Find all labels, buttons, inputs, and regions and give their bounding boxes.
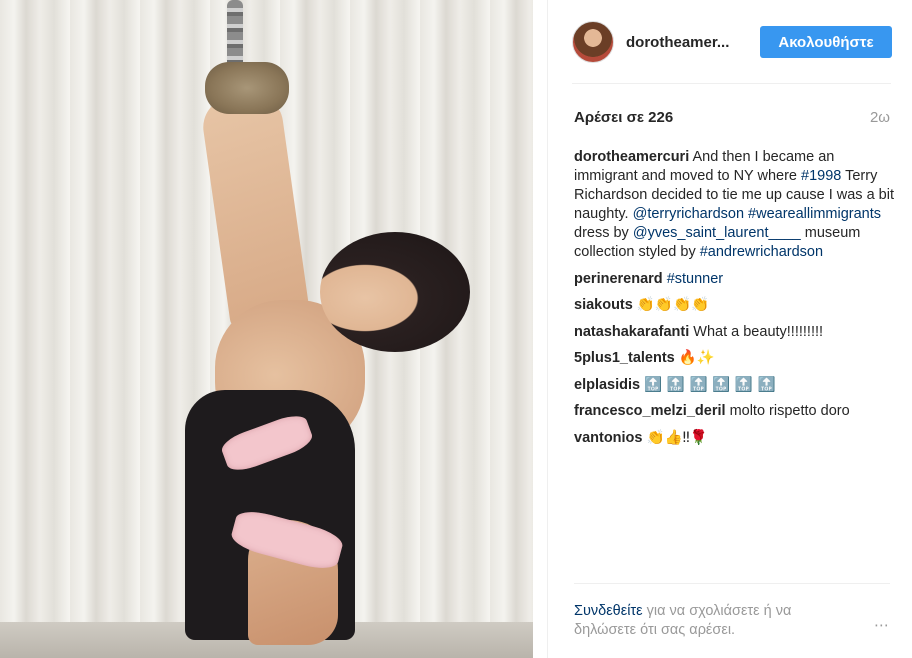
- comment-username[interactable]: elplasidis: [574, 377, 640, 393]
- comment-username[interactable]: siakouts: [574, 297, 633, 313]
- chain: [227, 0, 243, 70]
- comment-text: molto rispetto doro: [729, 403, 850, 419]
- photo-edge: [533, 0, 547, 658]
- list-item: natashakarafanti What a beauty!!!!!!!!!: [574, 323, 894, 342]
- post-age[interactable]: 2ω: [870, 109, 890, 126]
- caption-text: dress by: [574, 225, 633, 241]
- comment-text: 👏👏👏👏: [636, 297, 710, 313]
- avatar[interactable]: [572, 21, 614, 63]
- post-sidebar: dorotheamer... Ακολουθήστε Αρέσει σε 226…: [547, 0, 912, 658]
- comment-text: 👏👍‼🌹: [646, 429, 708, 446]
- comments-list: dorotheamercuri And then I became an imm…: [574, 148, 894, 455]
- post-photo[interactable]: [0, 0, 547, 658]
- caption-username[interactable]: dorotheamercuri: [574, 149, 689, 165]
- comment-username[interactable]: natashakarafanti: [574, 324, 689, 340]
- list-item: elplasidis 🔝 🔝 🔝 🔝 🔝 🔝: [574, 376, 894, 395]
- likes-count[interactable]: Αρέσει σε 226: [574, 109, 673, 126]
- login-prompt: Συνδεθείτε για να σχολιάσετε ή να δηλώσε…: [574, 602, 844, 640]
- login-link[interactable]: Συνδεθείτε: [574, 603, 643, 619]
- comment-text: What a beauty!!!!!!!!!: [693, 323, 824, 340]
- comment-username[interactable]: francesco_melzi_deril: [574, 403, 726, 419]
- list-item: siakouts 👏👏👏👏: [574, 296, 894, 315]
- comment-username[interactable]: vantonios: [574, 430, 642, 446]
- list-item: vantonios 👏👍‼🌹: [574, 429, 894, 448]
- mention-link[interactable]: @yves_saint_laurent____: [633, 225, 801, 241]
- mention-link[interactable]: @terryrichardson: [633, 206, 744, 222]
- post-author-username[interactable]: dorotheamer...: [626, 34, 738, 51]
- comment-text: 🔥✨: [678, 350, 715, 366]
- head: [320, 232, 470, 352]
- hashtag-link[interactable]: #stunner: [667, 271, 723, 287]
- follow-button[interactable]: Ακολουθήστε: [760, 26, 892, 58]
- hashtag-link[interactable]: #1998: [801, 168, 841, 184]
- list-item: 5plus1_talents 🔥✨: [574, 349, 894, 368]
- comment-username[interactable]: perinerenard: [574, 271, 663, 287]
- hashtag-link[interactable]: #andrewrichardson: [700, 244, 823, 260]
- fur-cuffs: [205, 62, 289, 114]
- caption: dorotheamercuri And then I became an imm…: [574, 148, 894, 262]
- list-item: francesco_melzi_deril molto rispetto dor…: [574, 402, 894, 421]
- more-options-icon[interactable]: ⋯: [874, 616, 890, 634]
- likes-row: Αρέσει σε 226 2ω: [574, 104, 890, 130]
- comment-username[interactable]: 5plus1_talents: [574, 350, 675, 366]
- post-footer: Συνδεθείτε για να σχολιάσετε ή να δηλώσε…: [574, 583, 890, 658]
- comment-text: 🔝 🔝 🔝 🔝 🔝 🔝: [644, 376, 776, 393]
- post-header: dorotheamer... Ακολουθήστε: [548, 0, 912, 84]
- hashtag-link[interactable]: #weareallimmigrants: [748, 206, 881, 222]
- list-item: perinerenard #stunner: [574, 270, 894, 289]
